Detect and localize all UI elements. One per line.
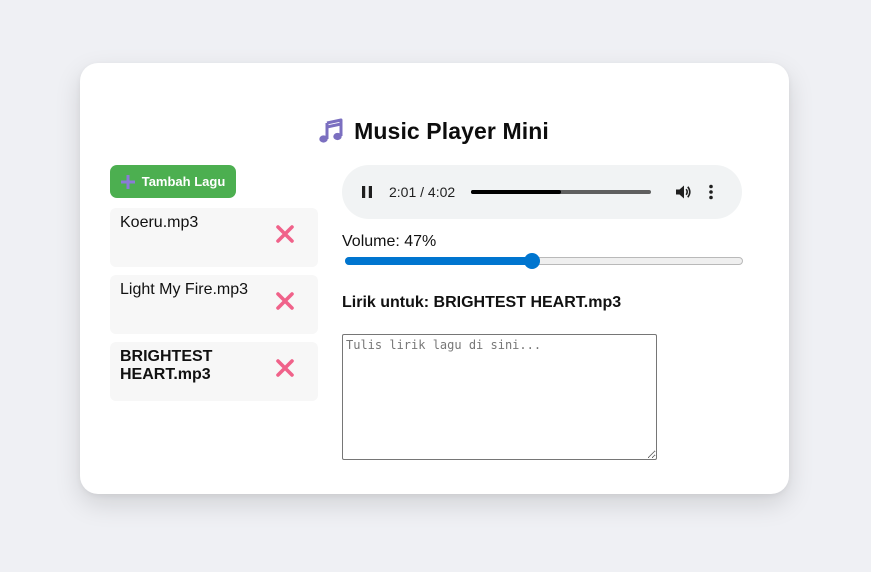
add-song-button[interactable]: Tambah Lagu xyxy=(110,165,236,198)
close-icon xyxy=(276,225,294,243)
close-icon xyxy=(276,359,294,377)
song-name: Koeru.mp3 xyxy=(120,214,199,231)
page-title: Music Player Mini xyxy=(354,117,549,144)
song-name: Light My Fire.mp3 xyxy=(120,281,249,298)
volume-slider-thumb[interactable] xyxy=(523,253,540,269)
lyrics-textarea[interactable] xyxy=(342,334,657,460)
seek-bar[interactable] xyxy=(471,190,651,194)
song-item-koeru[interactable]: Koeru.mp3 xyxy=(110,208,318,267)
close-icon xyxy=(276,292,294,310)
lyrics-title: Lirik untuk: BRIGHTEST HEART.mp3 xyxy=(342,294,622,311)
volume-slider-fill xyxy=(345,257,532,265)
plus-icon xyxy=(120,174,135,189)
seek-bar-progress xyxy=(471,190,561,194)
volume-slider[interactable] xyxy=(345,251,743,271)
music-note-icon xyxy=(318,118,344,144)
volume-label: Volume: 47% xyxy=(342,233,437,250)
volume-icon[interactable] xyxy=(675,183,693,201)
song-name: BRIGHTEST HEART.mp3 xyxy=(120,348,213,383)
pause-icon xyxy=(362,186,372,198)
song-item-light-my-fire[interactable]: Light My Fire.mp3 xyxy=(110,275,318,334)
more-options-icon[interactable] xyxy=(708,183,714,201)
pause-button[interactable] xyxy=(360,184,374,200)
audio-player: 2:01 / 4:02 xyxy=(342,165,742,219)
remove-song-button[interactable] xyxy=(275,224,295,244)
title-row: Music Player Mini xyxy=(80,115,789,147)
time-display: 2:01 / 4:02 xyxy=(389,184,456,200)
remove-song-button[interactable] xyxy=(275,291,295,311)
song-list: Koeru.mp3 Light My Fire.mp3 BRIGHTEST HE… xyxy=(110,208,318,409)
song-item-brightest-heart[interactable]: BRIGHTEST HEART.mp3 xyxy=(110,342,318,401)
add-song-label: Tambah Lagu xyxy=(141,174,226,189)
player-card: Music Player Mini Tambah Lagu Koeru.mp3 … xyxy=(80,63,789,494)
remove-song-button[interactable] xyxy=(275,358,295,378)
